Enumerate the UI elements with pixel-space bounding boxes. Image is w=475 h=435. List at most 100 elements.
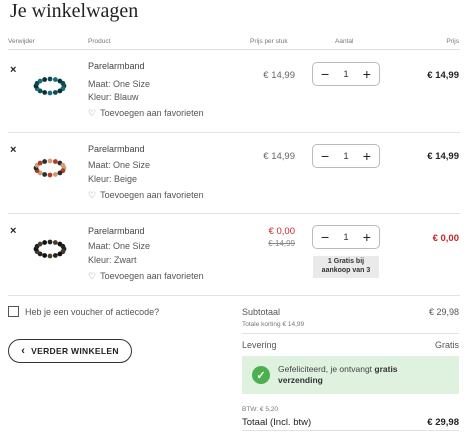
product-name[interactable]: Parelarmband: [88, 226, 145, 236]
divider: [8, 295, 460, 296]
quantity-value[interactable]: 1: [343, 232, 348, 243]
product-color: Kleur: Beige: [88, 174, 138, 184]
decrease-quantity-button[interactable]: −: [321, 148, 329, 164]
checkbox-icon[interactable]: [8, 306, 19, 317]
promo-badge: 1 Gratis bij aankoop van 3: [313, 256, 379, 278]
cart-item: × Parelarmband Maat: One Size Kleur: Zwa…: [0, 213, 475, 295]
bead: [37, 241, 43, 247]
line-total: € 14,99: [427, 151, 459, 162]
add-to-favorites-link[interactable]: ♡ Toevoegen aan favorieten: [88, 108, 204, 119]
bead: [52, 253, 58, 258]
favorite-label: Toevoegen aan favorieten: [100, 271, 204, 281]
total-value: € 29,98: [427, 417, 459, 428]
check-circle-icon: ✓: [252, 366, 270, 384]
close-icon[interactable]: ×: [10, 145, 16, 156]
product-name[interactable]: Parelarmband: [88, 144, 145, 154]
favorite-label: Toevoegen aan favorieten: [100, 190, 204, 200]
original-price: € 14,99: [268, 239, 295, 248]
product-size: Maat: One Size: [88, 241, 151, 251]
divider: [242, 333, 459, 334]
bead: [52, 159, 58, 164]
line-total: € 0,00: [432, 233, 459, 244]
quantity-stepper: − 1 +: [312, 225, 380, 249]
bead: [52, 77, 58, 82]
continue-shopping-label: VERDER WINKELEN: [31, 346, 119, 356]
bead: [60, 243, 66, 249]
cart-item: × Parelarmband Maat: One Size Kleur: Bei…: [0, 132, 475, 214]
bead: [47, 90, 53, 96]
bead: [47, 76, 53, 82]
bead: [60, 162, 66, 168]
bead: [37, 160, 43, 166]
product-image[interactable]: [30, 72, 70, 100]
decrease-quantity-button[interactable]: −: [321, 229, 329, 245]
bead: [52, 240, 58, 245]
unit-price: € 14,99: [263, 70, 295, 81]
bead: [42, 240, 48, 245]
bead: [42, 159, 48, 164]
unit-price: € 0,00: [268, 226, 295, 237]
add-to-favorites-link[interactable]: ♡ Toevoegen aan favorieten: [88, 271, 204, 282]
increase-quantity-button[interactable]: +: [363, 229, 371, 245]
heart-icon: ♡: [88, 108, 97, 118]
delivery-value: Gratis: [434, 340, 459, 350]
subtotal-label: Subtotaal: [242, 307, 281, 317]
header-product: Product: [88, 38, 111, 45]
quantity-stepper: − 1 +: [312, 144, 380, 168]
product-color: Kleur: Blauw: [88, 92, 139, 102]
bead: [47, 239, 53, 245]
product-image[interactable]: [30, 235, 70, 263]
bead: [47, 253, 53, 259]
favorite-label: Toevoegen aan favorieten: [100, 108, 204, 118]
quantity-stepper: − 1 +: [312, 62, 380, 86]
line-total: € 14,99: [427, 70, 459, 81]
bead: [42, 77, 48, 82]
delivery-label: Levering: [242, 340, 277, 350]
heart-icon: ♡: [88, 271, 97, 281]
product-name[interactable]: Parelarmband: [88, 61, 145, 71]
increase-quantity-button[interactable]: +: [363, 66, 371, 82]
bead: [42, 253, 48, 258]
quantity-value[interactable]: 1: [343, 69, 348, 80]
header-quantity: Aantal: [335, 38, 354, 45]
subtotal-value: € 29,98: [428, 307, 459, 317]
discount-label: Totale korting € 14,99: [242, 321, 305, 328]
bead: [52, 172, 58, 177]
bead: [57, 170, 63, 176]
product-image[interactable]: [30, 154, 70, 182]
cart-item: × Parelarmband Maat: One Size Kleur: Bla…: [0, 50, 475, 132]
bead: [37, 78, 43, 84]
bead: [47, 172, 53, 178]
close-icon[interactable]: ×: [10, 65, 16, 76]
decrease-quantity-button[interactable]: −: [321, 66, 329, 82]
page-title: Je winkelwagen: [10, 0, 139, 22]
add-to-favorites-link[interactable]: ♡ Toevoegen aan favorieten: [88, 190, 204, 201]
bead: [47, 158, 53, 164]
header-remove: Verwijder: [8, 38, 35, 45]
divider: [242, 430, 459, 431]
close-icon[interactable]: ×: [10, 226, 16, 237]
bead: [42, 90, 48, 95]
header-price: Prijs: [446, 38, 459, 45]
product-size: Maat: One Size: [88, 160, 151, 170]
voucher-toggle[interactable]: Heb je een voucher of actiecode?: [8, 306, 159, 317]
product-color: Kleur: Zwart: [88, 255, 137, 265]
free-shipping-notice: ✓ Gefeliciteerd, je ontvangt gratis verze…: [242, 356, 459, 394]
bead: [57, 88, 63, 94]
free-shipping-message: Gefeliciteerd, je ontvangt gratis verzend…: [278, 363, 398, 385]
continue-shopping-button[interactable]: ‹ VERDER WINKELEN: [8, 339, 132, 363]
vat-label: BTW: € 5,20: [242, 406, 279, 413]
bead: [60, 80, 66, 86]
voucher-label: Heb je een voucher of actiecode?: [25, 306, 160, 317]
quantity-value[interactable]: 1: [343, 151, 348, 162]
bead: [52, 90, 58, 95]
bead: [57, 251, 63, 257]
bead: [42, 172, 48, 177]
total-label: Totaal (Incl. btw): [242, 417, 312, 428]
header-unit-price: Prijs per stuk: [250, 38, 288, 45]
chevron-left-icon: ‹: [21, 345, 26, 357]
product-size: Maat: One Size: [88, 79, 151, 89]
heart-icon: ♡: [88, 190, 97, 200]
unit-price: € 14,99: [263, 151, 295, 162]
increase-quantity-button[interactable]: +: [363, 148, 371, 164]
